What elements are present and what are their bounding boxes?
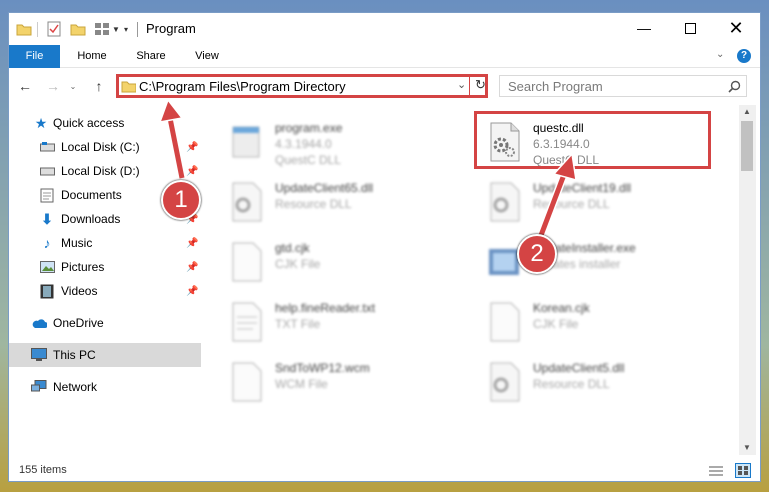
annotation-arrows [158, 98, 577, 240]
step-marker-2: 2 [517, 234, 557, 274]
step-marker-1: 1 [161, 180, 201, 220]
